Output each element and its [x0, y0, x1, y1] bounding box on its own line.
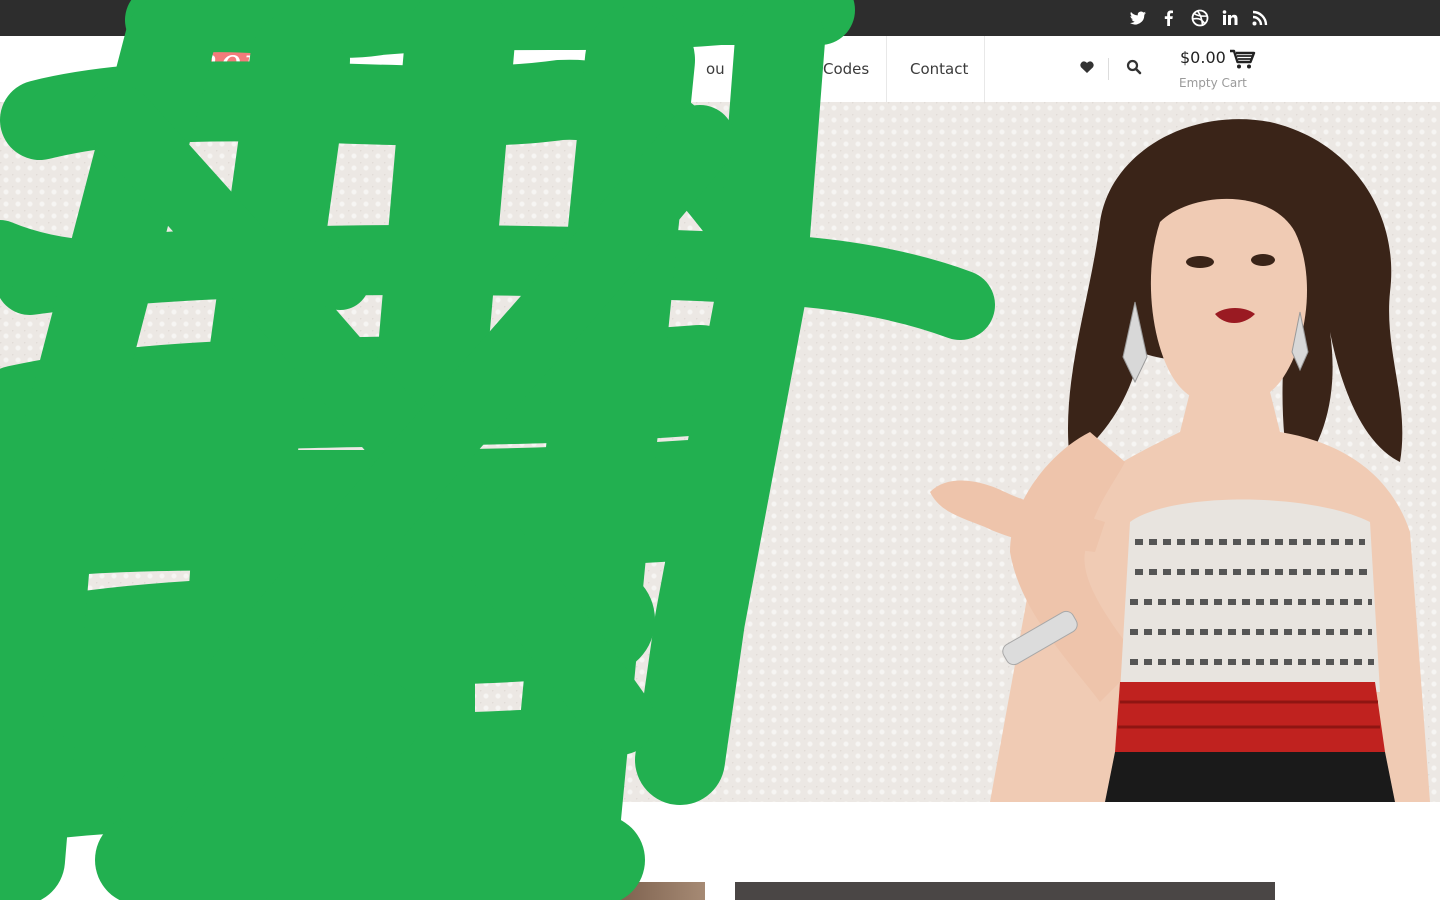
search-icon[interactable] [1126, 59, 1142, 75]
product-image-left[interactable] [168, 882, 705, 900]
nav-divider [984, 36, 985, 102]
top-bar: Edit! [0, 0, 1440, 36]
site-header: hopi ou Codes Contact $0.00 Empty Cart [0, 36, 1440, 102]
logo-text: hopi [197, 42, 281, 82]
shopping-cart-icon[interactable] [1229, 48, 1257, 70]
hero-banner: ty ght [0, 102, 1440, 802]
wishlist-heart-icon[interactable] [1079, 59, 1095, 75]
rss-icon[interactable] [1250, 8, 1270, 28]
hero-model-image [930, 119, 1430, 802]
site-logo[interactable]: hopi [185, 36, 281, 102]
nav-divider [886, 36, 887, 102]
nav-item-about[interactable]: ou [706, 60, 725, 78]
cart-total[interactable]: $0.00 [1180, 48, 1226, 67]
nav-item-shortcodes[interactable]: Codes [823, 60, 869, 78]
product-image-right[interactable] [735, 882, 1275, 900]
dribbble-icon[interactable] [1190, 8, 1210, 28]
nav-item-contact[interactable]: Contact [910, 60, 968, 78]
hero-title: ty [420, 323, 505, 423]
cart-status: Empty Cart [1179, 76, 1247, 90]
header-icon-divider [1108, 58, 1109, 80]
hero-subtitle: ght [420, 509, 528, 583]
facebook-icon[interactable] [1159, 8, 1179, 28]
topbar-note[interactable]: Edit! [362, 9, 392, 24]
linkedin-icon[interactable] [1220, 8, 1240, 28]
twitter-icon[interactable] [1128, 8, 1148, 28]
